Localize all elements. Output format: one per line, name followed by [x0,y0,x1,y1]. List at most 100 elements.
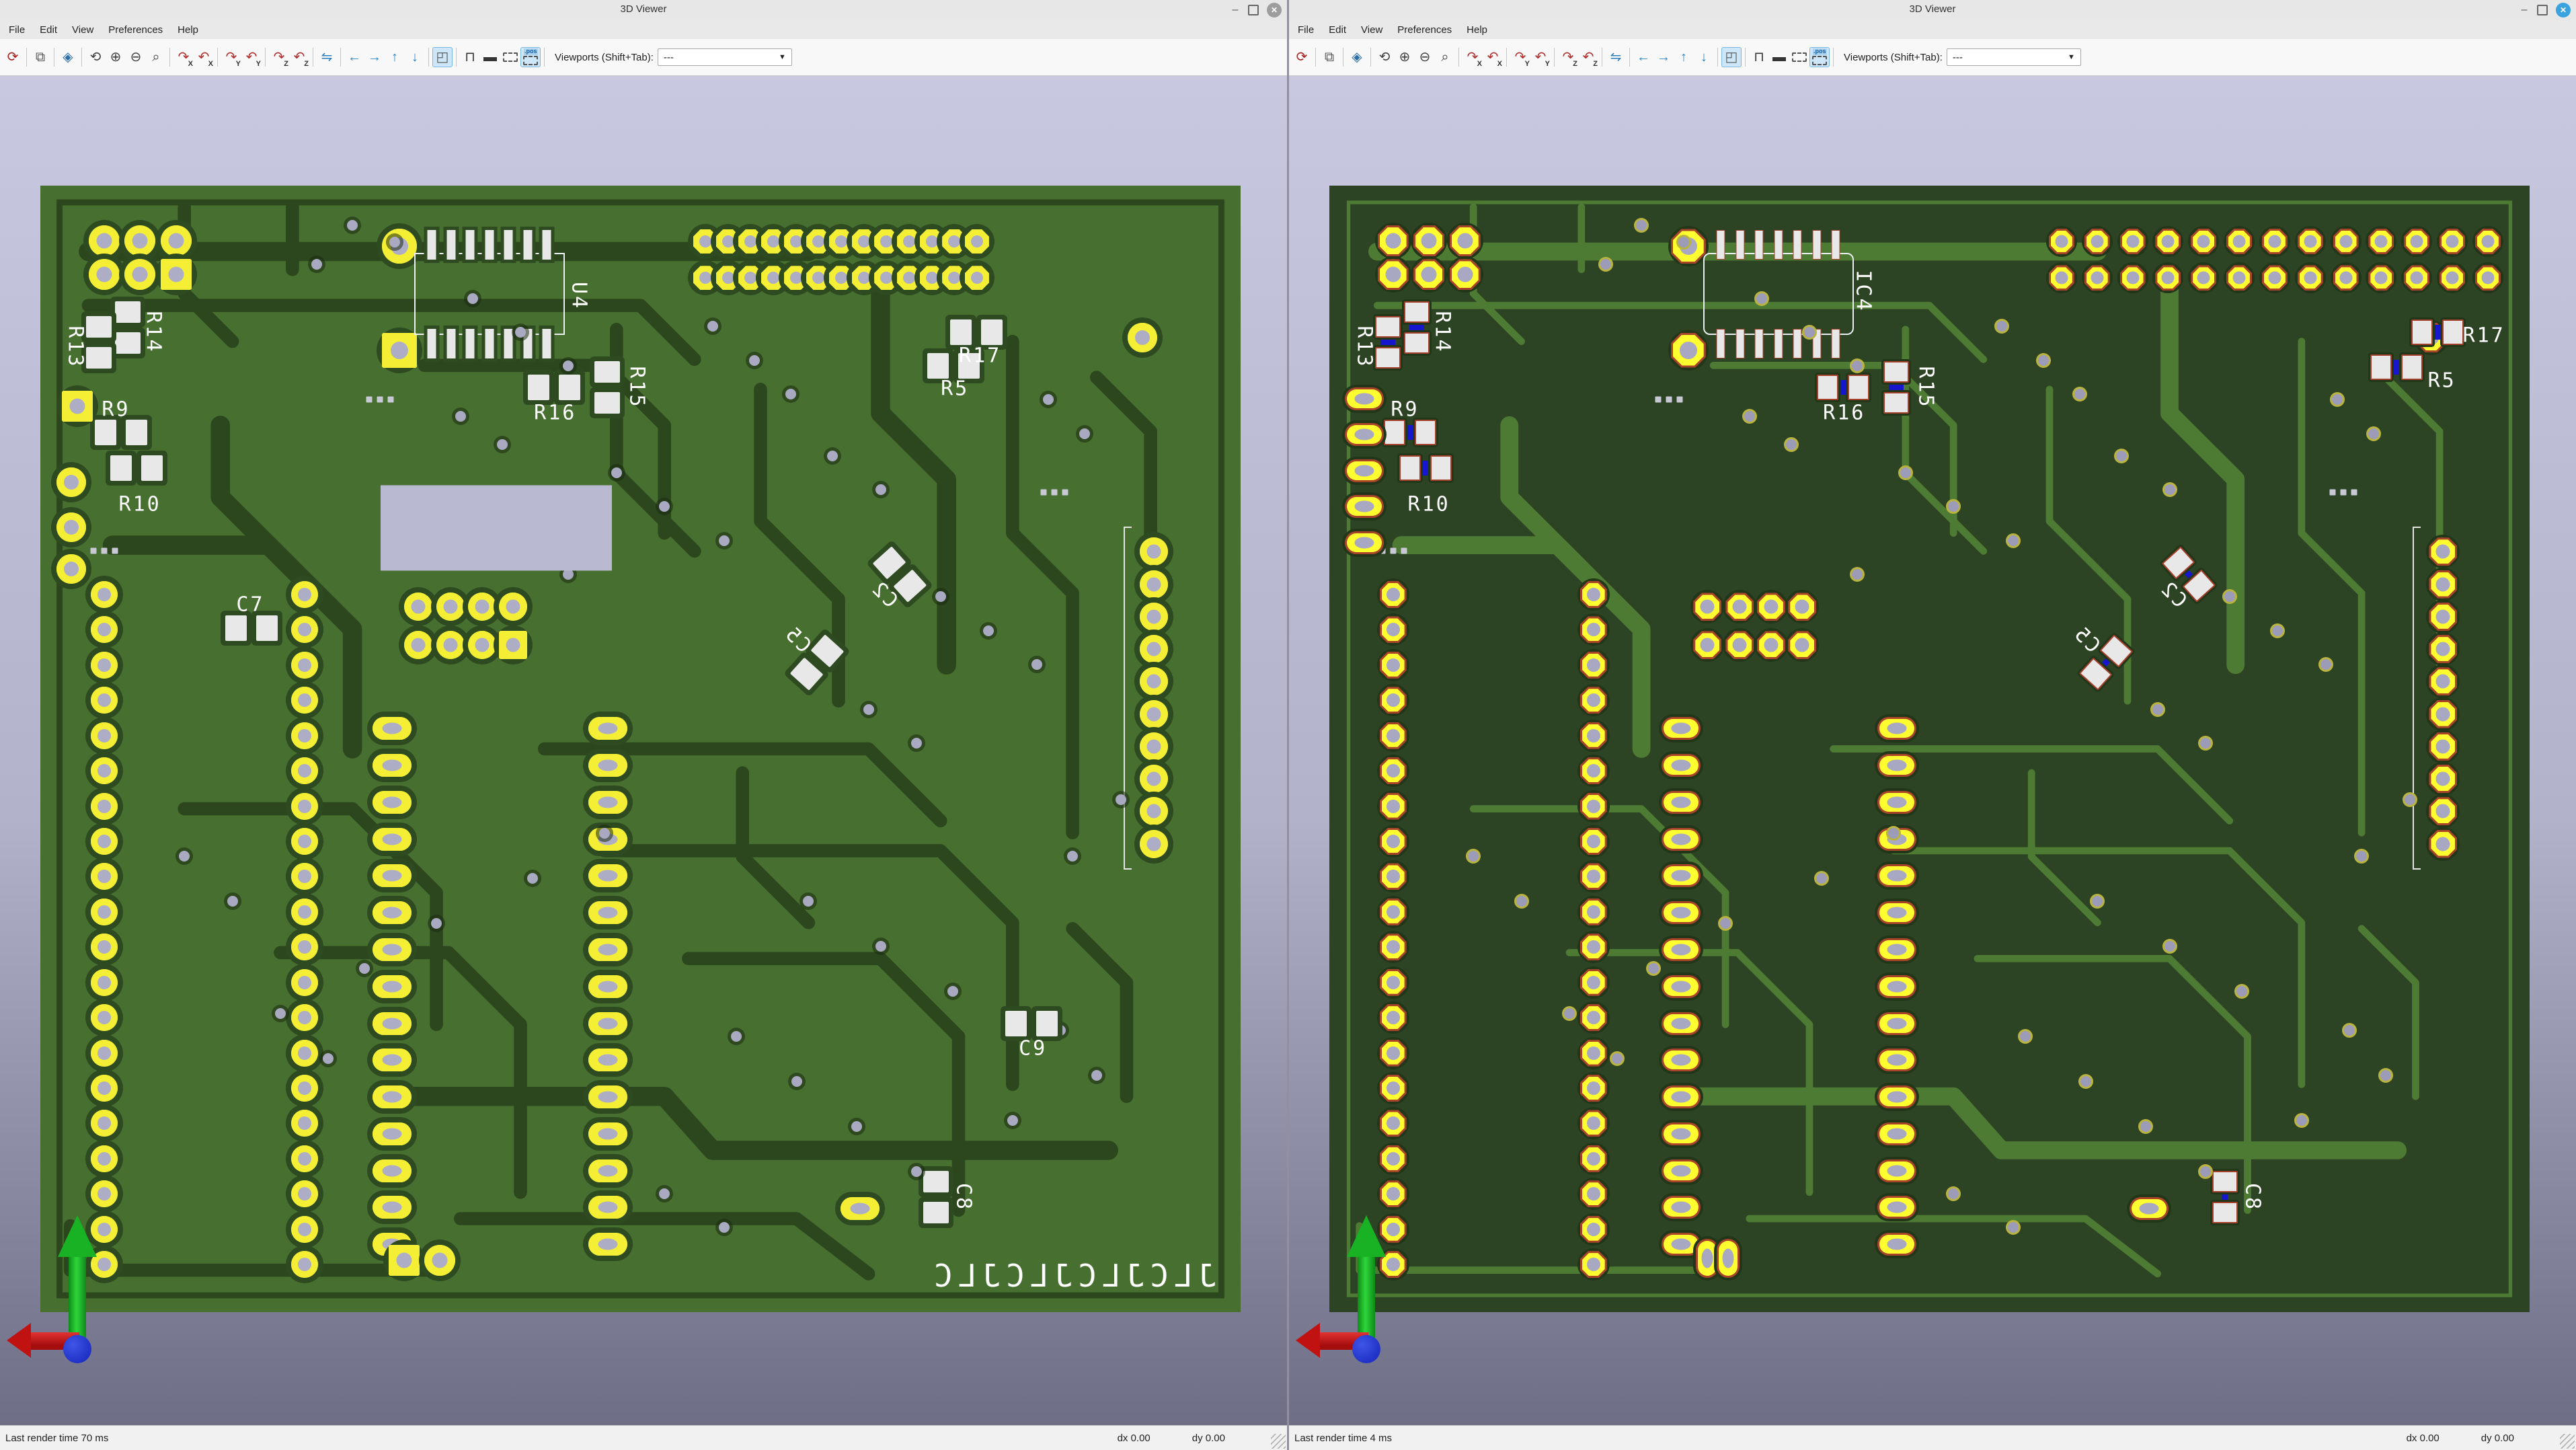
glyph: ⇋ [1610,50,1622,64]
rotate-z-ccw-icon[interactable]: ↶Z [289,47,309,67]
zoom-in-icon[interactable]: ⊕ [1395,47,1415,67]
menu-item-view[interactable]: View [1354,24,1390,36]
titlebar[interactable]: 3D Viewer – ✕ [1289,0,2576,20]
menu-item-help[interactable]: Help [170,24,206,36]
rotate-z-ccw-icon[interactable]: ↶Z [1578,47,1598,67]
axis-letter: Y [236,60,241,68]
pcb-pad [2429,537,2457,566]
redraw-icon[interactable]: ⟲ [85,47,106,67]
pcb-pad [2429,797,2457,825]
zoom-in-icon[interactable]: ⊕ [106,47,126,67]
resize-grip[interactable] [2560,1434,2575,1449]
rotate-y-cw-icon[interactable]: ↷Y [221,47,241,67]
reload-board-icon[interactable]: ⟳ [1292,47,1312,67]
toolbar-separator [265,48,266,67]
minimize-button[interactable]: – [1231,4,1240,16]
menu-item-help[interactable]: Help [1459,24,1495,36]
show-th-models-icon[interactable]: ⊓ [1749,47,1769,67]
move-right-icon[interactable]: → [364,47,385,67]
ic-pad [485,329,494,358]
reload-board-icon[interactable]: ⟳ [3,47,23,67]
viewport-3d[interactable]: R14R13R9R10R16R15C2C5C8IC4R17R5 [1289,76,2576,1425]
pcb-pad [291,863,318,890]
copy-image-icon[interactable]: ⧉ [1319,47,1339,67]
smd-pad [1415,420,1436,445]
rotate-y-ccw-icon[interactable]: ↶Y [1530,47,1551,67]
pcb-pad [1580,757,1607,784]
menu-item-view[interactable]: View [65,24,101,36]
menu-item-edit[interactable]: Edit [1321,24,1354,36]
menu-item-edit[interactable]: Edit [32,24,65,36]
menu-item-file[interactable]: File [1,24,32,36]
smd-pad [1883,361,1909,383]
rotate-y-ccw-icon[interactable]: ↶Y [241,47,262,67]
titlebar[interactable]: 3D Viewer – ✕ [0,0,1287,20]
rotate-z-cw-icon[interactable]: ↷Z [1558,47,1578,67]
zoom-out-icon[interactable]: ⊖ [1415,47,1435,67]
rotate-x-ccw-icon[interactable]: ↶X [194,47,214,67]
move-up-icon[interactable]: ↑ [1674,47,1694,67]
maximize-button[interactable] [1248,5,1259,15]
menu-item-preferences[interactable]: Preferences [1390,24,1459,36]
move-down-icon[interactable]: ↓ [1694,47,1714,67]
viewport-3d[interactable]: R14R13R9R10R16R15C2C5C8U4R17R5C7C9JLCJLC… [0,76,1287,1425]
axis-letter: Z [1573,60,1577,68]
move-right-icon[interactable]: → [1653,47,1674,67]
rotate-z-cw-icon[interactable]: ↷Z [269,47,289,67]
move-left-icon[interactable]: ← [1633,47,1653,67]
via [791,1076,802,1087]
pcb-pad [91,652,118,679]
pcb-pad [1580,616,1607,643]
close-button[interactable]: ✕ [2556,3,2571,17]
show-smd-models-icon[interactable]: ▬ [1769,47,1789,67]
redraw-icon[interactable]: ⟲ [1374,47,1395,67]
silkscreen-label: R15 [625,366,649,408]
viewports-select[interactable]: ---▼ [1947,48,2081,66]
smd-pad [141,455,163,481]
rotate-y-cw-icon[interactable]: ↷Y [1510,47,1530,67]
pcb-pad [761,229,785,254]
show-smd-models-icon[interactable]: ▬ [480,47,500,67]
menu-item-preferences[interactable]: Preferences [101,24,170,36]
glyph: ⌕ [152,50,159,64]
ortho-projection-icon[interactable]: ◰ [1721,47,1742,67]
viewports-select[interactable]: ---▼ [658,48,792,66]
pcb-pad [1345,387,1384,410]
show-virtual-models-icon[interactable] [500,47,520,67]
pcb-pad [2429,830,2457,858]
zoom-fit-icon[interactable]: ⌕ [1435,47,1455,67]
copy-image-icon[interactable]: ⧉ [30,47,50,67]
viewer-window-left: 3D Viewer – ✕ FileEditViewPreferencesHel… [0,0,1287,1450]
via [2008,535,2019,546]
silkscreen-bracket [1124,527,1132,870]
raytracing-render-icon[interactable]: ◈ [1347,47,1367,67]
show-virtual-models-icon[interactable] [1789,47,1809,67]
pcb-pad [1140,603,1168,631]
move-left-icon[interactable]: ← [344,47,364,67]
rotate-x-cw-icon[interactable]: ↷X [173,47,194,67]
via [851,1121,862,1132]
show-pos-models-icon[interactable]: .pos [520,47,541,67]
pcb-pad [588,754,627,777]
maximize-button[interactable] [2537,5,2548,15]
move-up-icon[interactable]: ↑ [385,47,405,67]
show-pos-models-icon[interactable]: .pos [1809,47,1830,67]
resize-grip[interactable] [1271,1434,1286,1449]
close-button[interactable]: ✕ [1267,3,1282,17]
show-th-models-icon[interactable]: ⊓ [460,47,480,67]
pcb-pad [588,864,627,887]
zoom-fit-icon[interactable]: ⌕ [146,47,166,67]
rotate-x-cw-icon[interactable]: ↷X [1462,47,1483,67]
rotate-x-ccw-icon[interactable]: ↶X [1483,47,1503,67]
render-time: Last render time 70 ms [5,1433,108,1444]
minimize-button[interactable]: – [2520,4,2529,16]
flip-board-icon[interactable]: ⇋ [317,47,337,67]
raytracing-render-icon[interactable]: ◈ [58,47,78,67]
flip-board-icon[interactable]: ⇋ [1606,47,1626,67]
move-down-icon[interactable]: ↓ [405,47,425,67]
zoom-out-icon[interactable]: ⊖ [126,47,146,67]
via [2272,625,2283,636]
glyph: ⇋ [321,50,333,64]
ortho-projection-icon[interactable]: ◰ [432,47,453,67]
menu-item-file[interactable]: File [1290,24,1321,36]
